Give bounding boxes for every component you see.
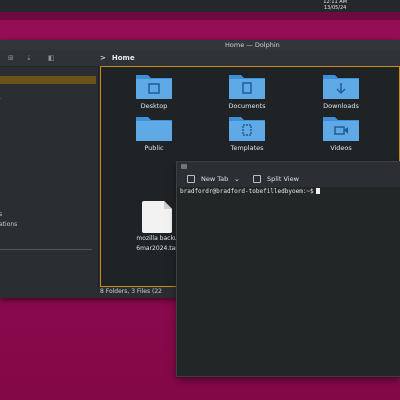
chevron-down-icon[interactable]: ⌄ — [234, 175, 240, 183]
top-panel: 12:11 AM 13/05/24 — [0, 0, 400, 12]
desktop-folder-icon — [136, 75, 172, 99]
downloads-folder-icon — [323, 75, 359, 99]
folder-desktop[interactable]: Desktop — [119, 72, 189, 110]
folder-label: Videos — [330, 144, 352, 152]
public-folder-icon — [136, 117, 172, 141]
konsole-app-icon — [181, 164, 187, 169]
terminal-cursor — [315, 188, 320, 194]
new-tab-label: New Tab — [201, 175, 229, 183]
chevron-right-icon[interactable]: > — [100, 54, 106, 62]
breadcrumb[interactable]: > Home — [100, 52, 135, 64]
folder-videos[interactable]: Videos — [306, 114, 376, 152]
clock-date: 13/05/24 — [323, 4, 347, 11]
dolphin-toolbar: ⊞ ⇣ ◧ — [0, 50, 400, 67]
panel-strip — [0, 12, 400, 20]
breadcrumb-home[interactable]: Home — [112, 54, 135, 62]
split-view-button[interactable]: Split View — [253, 174, 299, 184]
clock[interactable]: 12:11 AM 13/05/24 — [323, 0, 347, 11]
konsole-titlebar[interactable] — [177, 162, 400, 171]
sidebar-item-fragment-1[interactable]: s — [0, 211, 2, 218]
new-tab-button[interactable]: New Tab — [187, 174, 228, 184]
folder-label: Documents — [228, 102, 266, 110]
terminal-area[interactable]: bradfordr@bradford-tobefilledbyoem:~$ — [177, 187, 400, 376]
folder-templates[interactable]: Templates — [212, 114, 282, 152]
templates-folder-icon — [229, 117, 265, 141]
archive-file-icon — [142, 201, 172, 233]
status-bar: 8 Folders, 3 Files (22 — [100, 288, 162, 295]
folder-label: Templates — [230, 144, 264, 152]
dolphin-titlebar[interactable]: Home — Dolphin — [0, 40, 400, 50]
sidebar-divider — [0, 249, 92, 250]
konsole-window[interactable]: New Tab ⌄ Split View bradfordr@bradford-… — [177, 162, 400, 376]
terminal-prompt: bradfordr@bradford-tobefilledbyoem:~$ — [180, 188, 320, 195]
videos-folder-icon — [323, 117, 359, 141]
folder-public[interactable]: Public — [119, 114, 189, 152]
folder-label: Downloads — [323, 102, 359, 110]
sort-icon[interactable]: ⇣ — [26, 54, 32, 62]
folder-documents[interactable]: Documents — [212, 72, 282, 110]
split-view-icon — [253, 175, 261, 183]
new-tab-icon — [187, 175, 195, 183]
prompt-text: bradfordr@bradford-tobefilledbyoem:~$ — [180, 188, 314, 195]
window-title: Home — Dolphin — [225, 41, 280, 49]
view-mode-icon[interactable]: ⊞ — [8, 54, 14, 62]
documents-folder-icon — [229, 75, 265, 99]
folder-downloads[interactable]: Downloads — [306, 72, 376, 110]
sidebar-item-fragment[interactable]: · — [0, 96, 1, 103]
sidebar-item-home-selected[interactable] — [0, 76, 96, 84]
places-sidebar: · s ations — [0, 67, 99, 288]
konsole-toolbar: New Tab ⌄ Split View — [177, 171, 400, 187]
split-view-label: Split View — [267, 175, 299, 183]
sidebar-item-fragment-2[interactable]: ations — [0, 221, 17, 228]
preview-icon[interactable]: ◧ — [48, 54, 55, 62]
folder-label: Public — [144, 144, 164, 152]
folder-label: Desktop — [140, 102, 168, 110]
